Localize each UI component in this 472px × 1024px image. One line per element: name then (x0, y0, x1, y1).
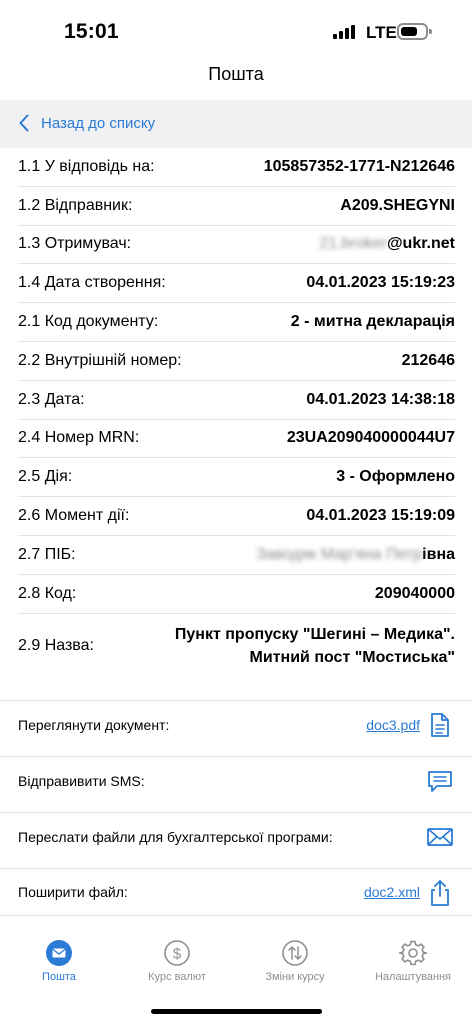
tab-rate-changes[interactable]: Зміни курсу (236, 930, 354, 983)
detail-label: 2.9 Назва: (18, 636, 94, 654)
network-label: LTE (366, 23, 397, 42)
status-time: 15:01 (64, 20, 119, 43)
detail-row: 1.3 Отримувач: 21.broker@ukr.net (18, 226, 455, 265)
details-list: 1.1 У відповідь на: 105857352-1771-N2126… (0, 148, 472, 678)
detail-row: 2.5 Дія: 3 - Оформлено (18, 458, 455, 498)
arrows-updown-icon (282, 940, 308, 966)
detail-row: 2.6 Момент дії: 04.01.2023 15:19:09 (18, 497, 455, 536)
action-label: Поширити файл: (18, 884, 128, 900)
tab-label: Налаштування (374, 971, 452, 983)
redacted-text: 21.broker (319, 235, 387, 253)
email-domain: @ukr.net (386, 235, 455, 253)
back-button[interactable]: Назад до списку (19, 114, 155, 132)
forward-files-row[interactable]: Переслати файли для бухгалтерської прогр… (0, 812, 472, 860)
share-icon[interactable] (426, 879, 454, 907)
detail-label: 1.4 Дата створення: (18, 274, 166, 292)
detail-value: 212646 (401, 351, 455, 369)
signal-icon (333, 25, 357, 39)
action-label: Переглянути документ: (18, 716, 170, 733)
detail-value: 209040000 (374, 584, 455, 602)
detail-label: 1.2 Відправник: (18, 196, 133, 214)
detail-row: 2.1 Код документу: 2 - митна декларація (18, 303, 455, 342)
detail-label: 2.7 ПІБ: (18, 545, 76, 563)
tab-label: Пошта (42, 971, 76, 983)
tab-exchange-rates[interactable]: $ Курс валют (118, 930, 236, 983)
tab-label: Зміни курсу (265, 971, 325, 983)
detail-row: 1.1 У відповідь на: 105857352-1771-N2126… (18, 148, 455, 187)
back-button-label: Назад до списку (41, 114, 156, 132)
sms-icon[interactable] (426, 767, 454, 795)
tab-label: Курс валют (148, 971, 206, 983)
back-bar: Назад до списку (0, 100, 472, 148)
envelope-icon[interactable] (426, 823, 454, 851)
document-icon[interactable] (426, 711, 454, 739)
share-file-row[interactable]: Поширити файл: doc2.xml (0, 868, 472, 916)
detail-row: 1.4 Дата створення: 04.01.2023 15:19:23 (18, 264, 455, 304)
gear-icon (399, 940, 427, 966)
action-label: Переслати файли для бухгалтерської прогр… (18, 828, 333, 845)
dollar-icon: $ (164, 940, 190, 966)
detail-label: 2.5 Дія: (18, 468, 73, 486)
name-ending: івна (422, 545, 455, 563)
detail-value: Пункт пропуску "Шегині – Медика". Митний… (155, 623, 455, 669)
status-bar: 15:01 LTE (0, 0, 472, 60)
recipient-email: 21.broker@ukr.net (319, 235, 455, 253)
svg-text:$: $ (173, 946, 182, 963)
detail-label: 1.1 У відповідь на: (18, 157, 155, 175)
battery-icon (397, 23, 432, 40)
actions-list: Переглянути документ: doc3.pdf Відправив… (0, 700, 472, 916)
tab-mail[interactable]: Пошта (0, 930, 118, 983)
send-sms-row[interactable]: Відправивити SMS: (0, 756, 472, 804)
detail-label: 2.6 Момент дії: (18, 507, 130, 525)
xml-file-link[interactable]: doc2.xml (364, 884, 420, 900)
detail-value: 2 - митна декларація (290, 313, 455, 331)
action-label: Відправивити SMS: (18, 772, 145, 789)
detail-value: 105857352-1771-N212646 (263, 157, 455, 175)
chevron-left-icon (19, 114, 29, 132)
detail-value: 04.01.2023 14:38:18 (306, 390, 455, 408)
detail-value-line: Митний пост "Мостиська" (249, 648, 455, 666)
mail-icon (46, 940, 72, 966)
detail-value: 04.01.2023 15:19:23 (306, 274, 455, 292)
detail-row: 2.9 Назва: Пункт пропуску "Шегині – Меди… (18, 614, 455, 678)
document-link[interactable]: doc3.pdf (366, 717, 420, 733)
detail-label: 2.4 Номер MRN: (18, 429, 140, 447)
detail-label: 1.3 Отримувач: (18, 235, 132, 253)
detail-label: 2.8 Код: (18, 584, 77, 602)
detail-row: 2.4 Номер MRN: 23UA209040000044U7 (18, 420, 455, 459)
view-document-row[interactable]: Переглянути документ: doc3.pdf (0, 700, 472, 748)
detail-row: 2.3 Дата: 04.01.2023 14:38:18 (18, 381, 455, 420)
detail-row: 2.8 Код: 209040000 (18, 575, 455, 614)
detail-label: 2.1 Код документу: (18, 313, 159, 331)
redacted-text: Заводяк Мар'яна Петр (255, 545, 423, 563)
detail-row: 1.2 Відправник: A209.SHEGYNI (18, 187, 455, 226)
detail-value: 23UA209040000044U7 (286, 429, 455, 447)
detail-row: 2.7 ПІБ: Заводяк Мар'яна Петрівна (18, 536, 455, 575)
detail-label: 2.2 Внутрішній номер: (18, 351, 182, 369)
tab-settings[interactable]: Налаштування (354, 930, 472, 983)
page-title: Пошта (208, 64, 264, 84)
home-indicator (151, 1009, 322, 1014)
detail-value: 3 - Оформлено (336, 468, 455, 486)
detail-row: 2.2 Внутрішній номер: 212646 (18, 342, 455, 381)
detail-value-line: Пункт пропуску "Шегині – Медика". (174, 625, 455, 643)
detail-value: A209.SHEGYNI (340, 196, 455, 214)
tab-bar: Пошта $ Курс валют Зміни курсу Налаштува… (0, 930, 472, 990)
detail-value: 04.01.2023 15:19:09 (306, 507, 455, 525)
full-name-value: Заводяк Мар'яна Петрівна (256, 546, 455, 564)
detail-label: 2.3 Дата: (18, 390, 85, 408)
